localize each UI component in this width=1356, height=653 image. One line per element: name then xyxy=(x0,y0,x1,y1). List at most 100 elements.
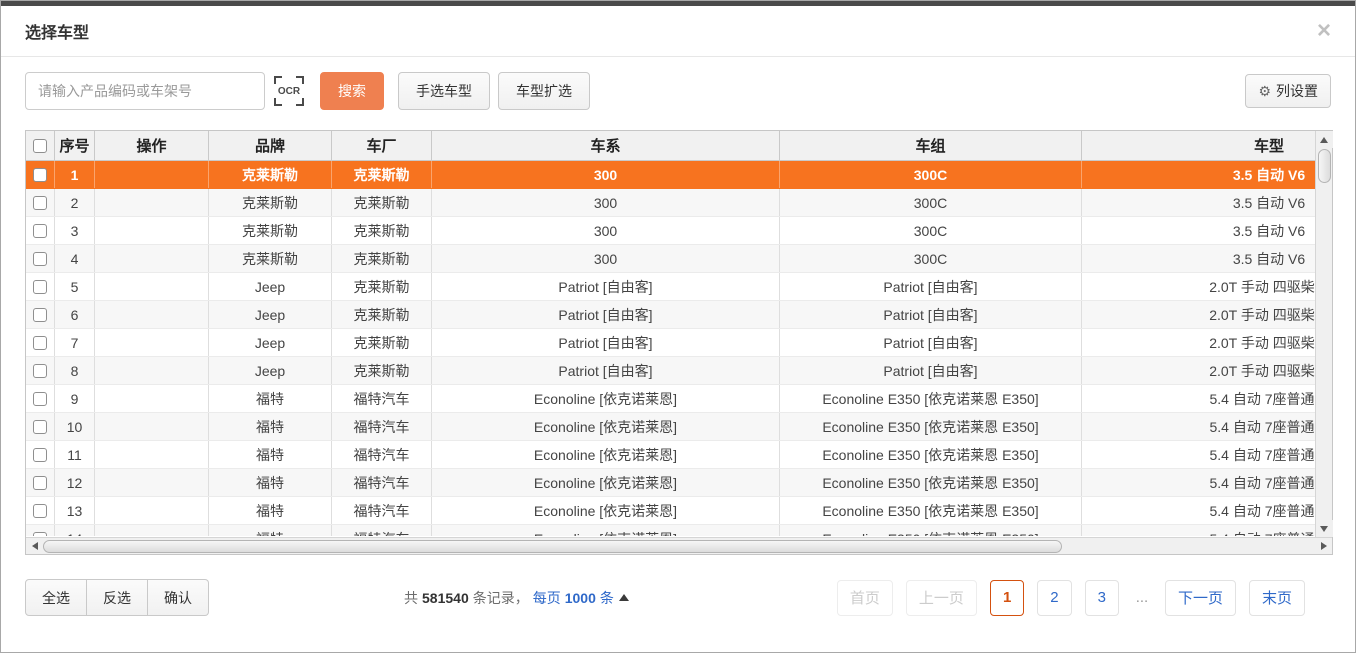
row-model: 3.5 自动 V6 xyxy=(1082,189,1315,216)
horizontal-scroll-thumb[interactable] xyxy=(43,540,1062,553)
page-button-1[interactable]: 1 xyxy=(990,580,1024,616)
row-checkbox-cell xyxy=(26,413,55,440)
row-checkbox[interactable] xyxy=(33,392,47,406)
row-index: 3 xyxy=(55,217,95,244)
record-stats: 共 581540 条记录， 每页 1000 条 xyxy=(209,588,824,608)
row-index: 8 xyxy=(55,357,95,384)
search-input[interactable] xyxy=(25,72,265,110)
row-checkbox-cell xyxy=(26,497,55,524)
manual-select-button[interactable]: 手选车型 xyxy=(398,72,490,110)
select-all-checkbox[interactable] xyxy=(33,139,47,153)
row-checkbox[interactable] xyxy=(33,252,47,266)
model-expand-button[interactable]: 车型扩选 xyxy=(498,72,590,110)
row-checkbox-cell xyxy=(26,329,55,356)
column-settings-button[interactable]: ⚙ 列设置 xyxy=(1245,74,1331,108)
table-row[interactable]: 2 克莱斯勒 克莱斯勒 300 300C 3.5 自动 V6 xyxy=(26,189,1315,217)
column-header-model: 车型 xyxy=(1082,131,1315,160)
row-factory: 克莱斯勒 xyxy=(332,161,432,188)
scroll-right-arrow-icon[interactable] xyxy=(1315,538,1332,555)
table-viewport: 序号 操作 品牌 车厂 车系 车组 车型 xyxy=(26,131,1315,537)
invert-select-button[interactable]: 反选 xyxy=(87,579,148,616)
row-checkbox[interactable] xyxy=(33,280,47,294)
row-factory: 克莱斯勒 xyxy=(332,357,432,384)
table-row[interactable]: 4 克莱斯勒 克莱斯勒 300 300C 3.5 自动 V6 xyxy=(26,245,1315,273)
row-series: Patriot [自由客] xyxy=(432,329,780,356)
row-factory: 克莱斯勒 xyxy=(332,329,432,356)
row-checkbox[interactable] xyxy=(33,336,47,350)
row-brand: 福特 xyxy=(209,525,332,536)
vertical-scroll-thumb[interactable] xyxy=(1318,149,1331,183)
scroll-left-arrow-icon[interactable] xyxy=(26,538,43,555)
row-checkbox-cell xyxy=(26,469,55,496)
row-checkbox[interactable] xyxy=(33,532,47,537)
row-checkbox-cell xyxy=(26,525,55,536)
stats-records-suffix: 条记录， xyxy=(473,588,529,608)
table-row[interactable]: 10 福特 福特汽车 Econoline [依克诺莱恩] Econoline E… xyxy=(26,413,1315,441)
search-button[interactable]: 搜索 xyxy=(320,72,384,110)
row-checkbox[interactable] xyxy=(33,448,47,462)
row-group: 300C xyxy=(780,217,1082,244)
confirm-button[interactable]: 确认 xyxy=(148,579,209,616)
vehicle-table: 序号 操作 品牌 车厂 车系 车组 车型 xyxy=(25,130,1333,555)
row-brand: 福特 xyxy=(209,441,332,468)
page-button-2[interactable]: 2 xyxy=(1037,580,1071,616)
table-row[interactable]: 11 福特 福特汽车 Econoline [依克诺莱恩] Econoline E… xyxy=(26,441,1315,469)
select-all-button[interactable]: 全选 xyxy=(25,579,87,616)
row-checkbox[interactable] xyxy=(33,308,47,322)
row-checkbox[interactable] xyxy=(33,224,47,238)
row-brand: 福特 xyxy=(209,413,332,440)
row-group: 300C xyxy=(780,189,1082,216)
row-group: 300C xyxy=(780,245,1082,272)
per-page-selector[interactable]: 每页 1000 条 xyxy=(533,588,629,608)
row-index: 13 xyxy=(55,497,95,524)
row-checkbox[interactable] xyxy=(33,504,47,518)
table-row[interactable]: 14 福特 福特汽车 Econoline [依克诺莱恩] Econoline E… xyxy=(26,525,1315,536)
table-row[interactable]: 3 克莱斯勒 克莱斯勒 300 300C 3.5 自动 V6 xyxy=(26,217,1315,245)
row-brand: 福特 xyxy=(209,385,332,412)
close-icon[interactable]: × xyxy=(1317,19,1331,43)
table-row[interactable]: 7 Jeep 克莱斯勒 Patriot [自由客] Patriot [自由客] … xyxy=(26,329,1315,357)
ocr-scan-icon[interactable]: OCR xyxy=(274,76,304,106)
row-group: Econoline E350 [依克诺莱恩 E350] xyxy=(780,469,1082,496)
row-model: 5.4 自动 7座普通游 xyxy=(1082,525,1315,536)
modal-header: 选择车型 × xyxy=(1,6,1355,57)
row-brand: 福特 xyxy=(209,469,332,496)
table-row[interactable]: 13 福特 福特汽车 Econoline [依克诺莱恩] Econoline E… xyxy=(26,497,1315,525)
row-checkbox[interactable] xyxy=(33,168,47,182)
row-checkbox-cell xyxy=(26,161,55,188)
scroll-down-arrow-icon[interactable] xyxy=(1316,520,1333,537)
ocr-corner xyxy=(296,98,304,106)
caret-up-icon xyxy=(619,594,629,601)
total-records-count: 581540 xyxy=(422,590,469,606)
table-row[interactable]: 8 Jeep 克莱斯勒 Patriot [自由客] Patriot [自由客] … xyxy=(26,357,1315,385)
row-checkbox[interactable] xyxy=(33,196,47,210)
select-all-header-cell xyxy=(26,131,55,160)
table-row[interactable]: 6 Jeep 克莱斯勒 Patriot [自由客] Patriot [自由客] … xyxy=(26,301,1315,329)
next-page-button[interactable]: 下一页 xyxy=(1165,580,1236,616)
table-row[interactable]: 5 Jeep 克莱斯勒 Patriot [自由客] Patriot [自由客] … xyxy=(26,273,1315,301)
row-checkbox[interactable] xyxy=(33,364,47,378)
row-series: Econoline [依克诺莱恩] xyxy=(432,413,780,440)
row-group: Patriot [自由客] xyxy=(780,273,1082,300)
first-page-button[interactable]: 首页 xyxy=(837,580,893,616)
horizontal-scrollbar[interactable] xyxy=(26,537,1332,554)
row-group: Econoline E350 [依克诺莱恩 E350] xyxy=(780,413,1082,440)
row-operation xyxy=(95,161,209,188)
page-button-3[interactable]: 3 xyxy=(1085,580,1119,616)
row-operation xyxy=(95,441,209,468)
row-factory: 克莱斯勒 xyxy=(332,245,432,272)
row-index: 7 xyxy=(55,329,95,356)
row-series: Econoline [依克诺莱恩] xyxy=(432,441,780,468)
row-series: 300 xyxy=(432,189,780,216)
row-checkbox[interactable] xyxy=(33,420,47,434)
row-checkbox[interactable] xyxy=(33,476,47,490)
table-row[interactable]: 1 克莱斯勒 克莱斯勒 300 300C 3.5 自动 V6 xyxy=(26,161,1315,189)
prev-page-button[interactable]: 上一页 xyxy=(906,580,977,616)
table-row[interactable]: 9 福特 福特汽车 Econoline [依克诺莱恩] Econoline E3… xyxy=(26,385,1315,413)
table-row[interactable]: 12 福特 福特汽车 Econoline [依克诺莱恩] Econoline E… xyxy=(26,469,1315,497)
scroll-up-arrow-icon[interactable] xyxy=(1316,131,1333,148)
vertical-scrollbar[interactable] xyxy=(1315,131,1332,537)
row-operation xyxy=(95,217,209,244)
row-brand: 克莱斯勒 xyxy=(209,217,332,244)
last-page-button[interactable]: 末页 xyxy=(1249,580,1305,616)
